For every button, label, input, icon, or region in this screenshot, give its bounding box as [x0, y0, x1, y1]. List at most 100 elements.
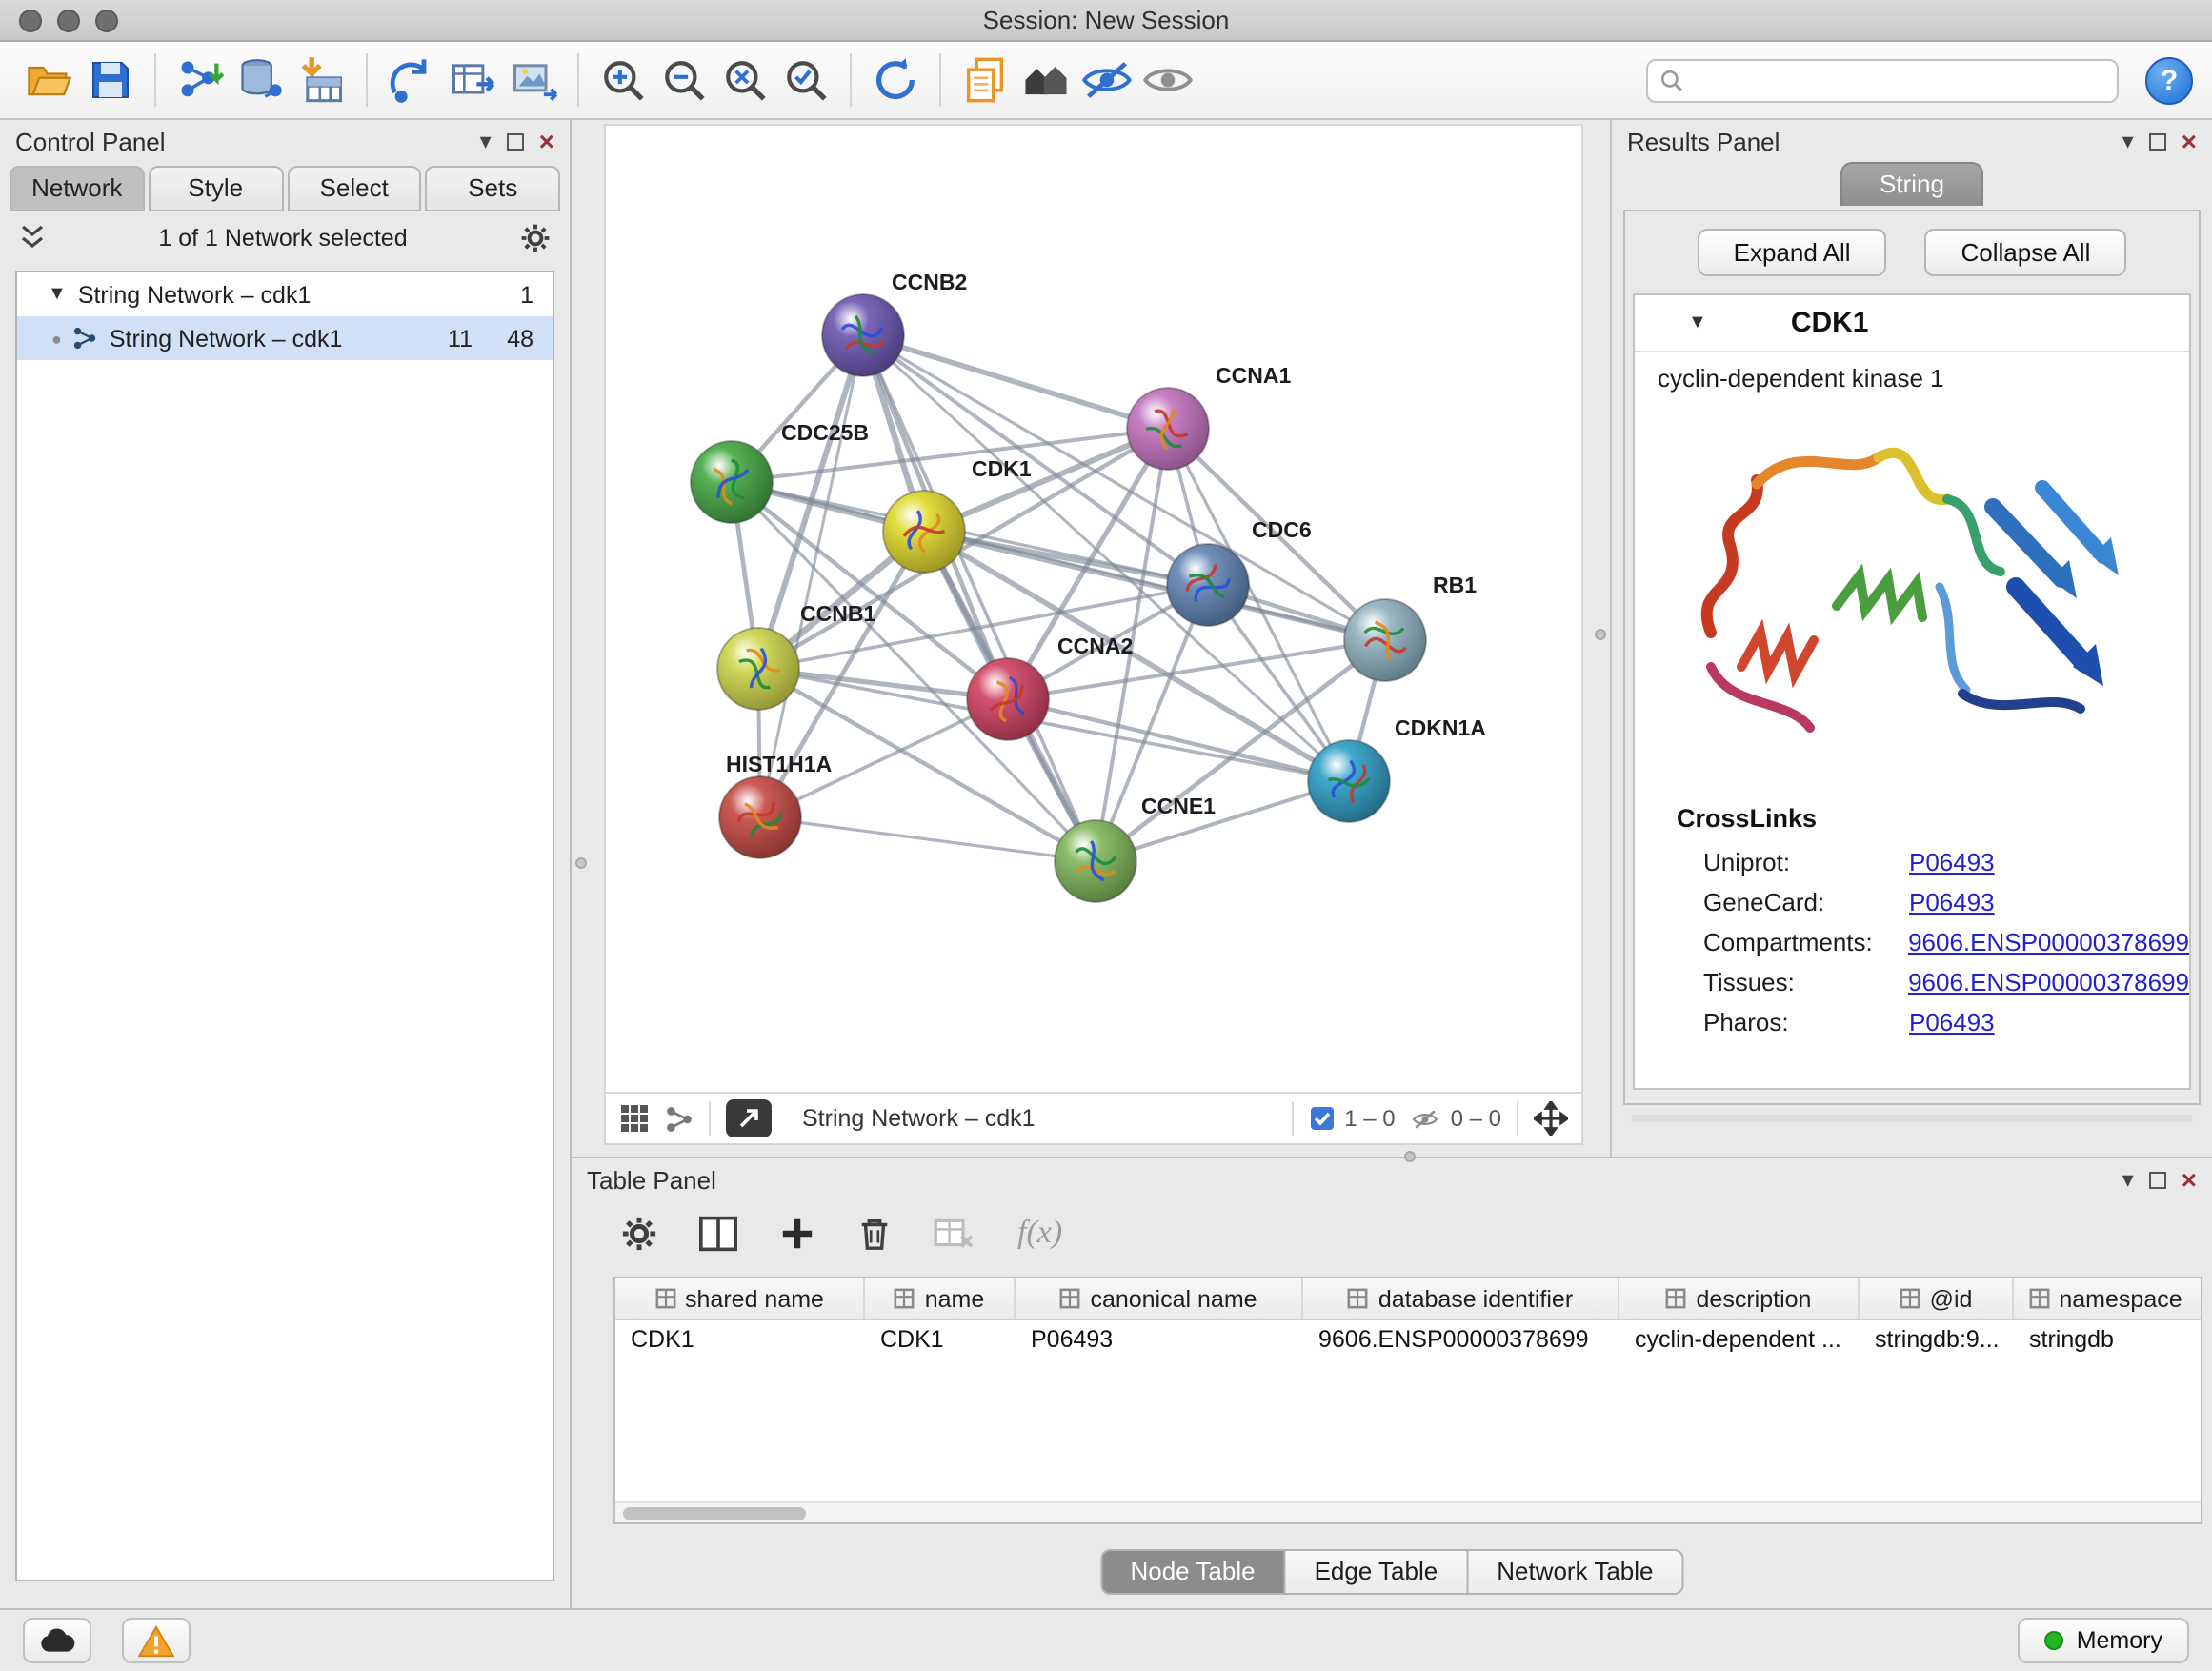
warnings-button[interactable]	[122, 1618, 191, 1663]
import-network-from-database-button[interactable]	[231, 50, 292, 111]
collapse-all-icon[interactable]	[19, 222, 46, 252]
zoom-out-button[interactable]	[654, 50, 714, 111]
function-builder-icon[interactable]: f(x)	[1017, 1214, 1062, 1252]
column-header[interactable]: canonical name	[1016, 1278, 1303, 1319]
column-header[interactable]: description	[1619, 1278, 1860, 1319]
collapse-section-icon[interactable]: ▼	[1688, 312, 1707, 333]
crosslink-link[interactable]: P06493	[1909, 888, 1995, 916]
tab-node-table[interactable]: Node Table	[1099, 1549, 1285, 1595]
scrollbar-thumb[interactable]	[623, 1507, 806, 1520]
close-panel-icon[interactable]: ×	[539, 128, 554, 154]
network-edge-CCNB2-HIST1H1A[interactable]	[760, 335, 863, 817]
zoom-fit-button[interactable]	[714, 50, 775, 111]
network-edge-CCNB2-RB1[interactable]	[863, 335, 1385, 640]
column-header[interactable]: name	[865, 1278, 1016, 1319]
gear-icon[interactable]	[520, 222, 551, 252]
tab-style[interactable]: Style	[149, 166, 284, 211]
cloud-status-button[interactable]	[23, 1618, 91, 1663]
copy-document-button[interactable]	[955, 50, 1016, 111]
tab-select[interactable]: Select	[287, 166, 422, 211]
network-collection-row[interactable]: ▼ String Network – cdk1 1	[17, 272, 553, 316]
new-network-from-selection-button[interactable]	[381, 50, 442, 111]
left-splitter-handle[interactable]	[575, 857, 587, 869]
crosslink-link[interactable]: P06493	[1909, 1008, 1995, 1037]
network-node-CCNE1[interactable]	[1055, 820, 1136, 902]
network-node-CDKN1A[interactable]	[1308, 740, 1390, 822]
network-node-CCNB2[interactable]	[822, 294, 904, 376]
close-window-button[interactable]	[19, 10, 42, 32]
bottom-splitter-handle[interactable]	[1404, 1151, 1416, 1162]
column-header[interactable]: namespace	[2014, 1278, 2197, 1319]
network-canvas[interactable]: CCNB2CCNA1CDC25BCDK1CDC6RB1CCNB1CCNA2CDK…	[604, 124, 1583, 1094]
network-view-icon[interactable]	[665, 1104, 694, 1133]
float-panel-icon[interactable]	[507, 132, 524, 150]
maximize-window-button[interactable]	[95, 10, 118, 32]
network-node-CCNA2[interactable]	[967, 658, 1049, 740]
zoom-selected-button[interactable]	[775, 50, 836, 111]
crosslink-link[interactable]: P06493	[1909, 848, 1995, 876]
column-header[interactable]: @id	[1860, 1278, 2014, 1319]
hidden-eye-icon[interactable]	[1411, 1106, 1441, 1131]
close-panel-icon[interactable]: ×	[2182, 128, 2197, 154]
crosslink-link[interactable]: 9606.ENSP00000378699	[1908, 928, 2189, 956]
export-image-button[interactable]	[503, 50, 564, 111]
import-table-button[interactable]	[292, 50, 352, 111]
open-session-button[interactable]	[19, 50, 80, 111]
tab-network[interactable]: Network	[10, 166, 145, 211]
column-header[interactable]: shared name	[615, 1278, 865, 1319]
float-panel-icon[interactable]	[2149, 1171, 2166, 1188]
hide-selected-button[interactable]	[1076, 50, 1137, 111]
table-settings-gear-icon[interactable]	[621, 1215, 657, 1251]
selection-checkbox-icon[interactable]	[1308, 1105, 1335, 1132]
panel-menu-icon[interactable]: ▾	[2122, 128, 2134, 154]
network-node-RB1[interactable]	[1344, 599, 1426, 681]
search-input[interactable]	[1694, 67, 2105, 93]
table-horizontal-scrollbar[interactable]	[615, 1501, 2201, 1522]
protein-card-header[interactable]: ▼ CDK1	[1635, 295, 2189, 352]
network-node-label-CCNA2: CCNA2	[1057, 634, 1133, 658]
network-node-CDK1[interactable]	[883, 491, 965, 573]
tree-expand-icon[interactable]: ▼	[48, 284, 67, 305]
show-columns-icon[interactable]	[699, 1215, 737, 1251]
results-scrollbar[interactable]	[1631, 1115, 2193, 1122]
float-panel-icon[interactable]	[2149, 132, 2166, 150]
network-node-CDC25B[interactable]	[691, 441, 773, 523]
zoom-in-button[interactable]	[593, 50, 654, 111]
tab-sets[interactable]: Sets	[426, 166, 561, 211]
birdseye-view-button[interactable]	[726, 1099, 772, 1137]
close-panel-icon[interactable]: ×	[2182, 1166, 2197, 1193]
save-session-button[interactable]	[80, 50, 141, 111]
main-toolbar: ?	[0, 42, 2212, 120]
import-network-from-file-button[interactable]	[170, 50, 231, 111]
add-column-icon[interactable]	[779, 1215, 815, 1251]
collapse-all-button[interactable]: Collapse All	[1925, 229, 2127, 276]
column-header[interactable]: database identifier	[1303, 1278, 1619, 1319]
network-node-CDC6[interactable]	[1167, 544, 1249, 626]
tab-edge-table[interactable]: Edge Table	[1286, 1549, 1469, 1595]
right-splitter-handle[interactable]	[1595, 629, 1606, 640]
network-edge-CCNB2-CCNE1[interactable]	[863, 335, 1096, 861]
minimize-window-button[interactable]	[57, 10, 80, 32]
network-edge-CCNB2-CCNA1[interactable]	[863, 335, 1168, 429]
pan-tool-icon[interactable]	[1534, 1101, 1568, 1136]
show-panels-button[interactable]	[1016, 50, 1076, 111]
delete-column-icon[interactable]	[857, 1215, 892, 1251]
export-table-button[interactable]	[442, 50, 503, 111]
network-node-CCNB1[interactable]	[717, 628, 799, 710]
tab-network-table[interactable]: Network Table	[1468, 1549, 1683, 1595]
apply-layout-button[interactable]	[865, 50, 926, 111]
network-row[interactable]: ● String Network – cdk1 11 48	[17, 316, 553, 360]
show-hidden-button[interactable]	[1137, 50, 1198, 111]
table-row[interactable]: CDK1 CDK1 P06493 9606.ENSP00000378699 cy…	[615, 1320, 2201, 1362]
network-node-HIST1H1A[interactable]	[719, 776, 801, 858]
grid-view-icon[interactable]	[619, 1103, 650, 1134]
panel-menu-icon[interactable]: ▾	[480, 128, 492, 154]
network-edge-HIST1H1A-CCNE1[interactable]	[760, 817, 1096, 861]
memory-button[interactable]: Memory	[2018, 1618, 2189, 1663]
panel-menu-icon[interactable]: ▾	[2122, 1166, 2134, 1193]
tab-string[interactable]: String	[1840, 162, 1984, 206]
help-button[interactable]: ?	[2145, 56, 2193, 104]
crosslink-link[interactable]: 9606.ENSP00000378699	[1908, 968, 2189, 997]
expand-all-button[interactable]: Expand All	[1698, 229, 1887, 276]
network-node-CCNA1[interactable]	[1127, 388, 1209, 470]
